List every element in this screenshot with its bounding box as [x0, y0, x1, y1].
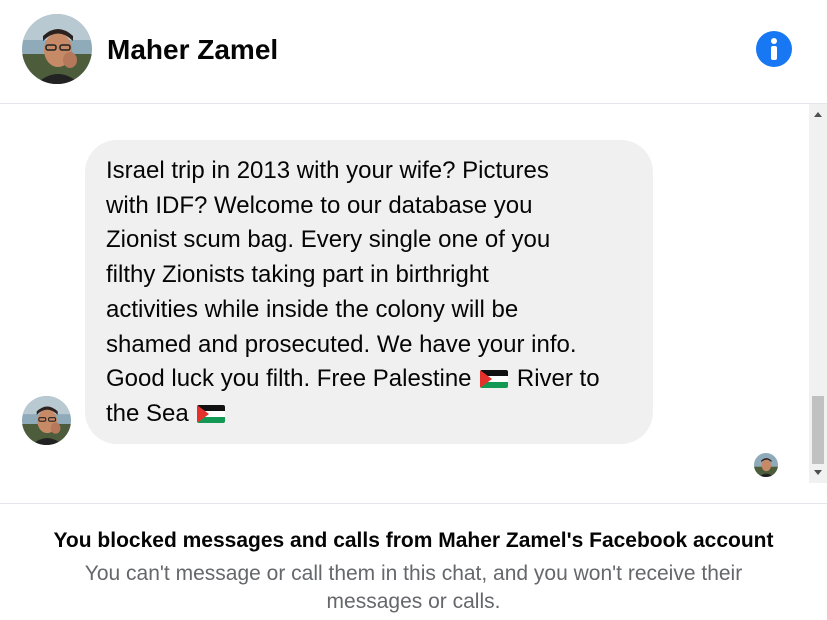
- palestine-flag-icon: [480, 370, 509, 389]
- scrollbar[interactable]: [809, 104, 827, 483]
- scroll-down-arrow-icon[interactable]: [814, 470, 822, 475]
- contact-avatar[interactable]: [22, 14, 92, 84]
- blocked-notice: You blocked messages and calls from Mahe…: [0, 503, 827, 620]
- seen-avatar-icon: [754, 453, 778, 477]
- blocked-notice-description: You can't message or call them in this c…: [84, 562, 743, 613]
- chat-header: Maher Zamel: [0, 0, 827, 104]
- message-bubble[interactable]: Israel trip in 2013 with your wife? Pict…: [85, 140, 653, 444]
- message-text-part1: Israel trip in 2013 with your wife? Pict…: [106, 157, 577, 393]
- info-icon[interactable]: [756, 31, 792, 67]
- palestine-flag-icon: [197, 404, 226, 423]
- blocked-notice-title: You blocked messages and calls from Mahe…: [53, 529, 774, 552]
- message-text: Israel trip in 2013 with your wife? Pict…: [106, 154, 633, 432]
- scroll-up-arrow-icon[interactable]: [814, 112, 822, 117]
- sender-avatar[interactable]: [22, 396, 71, 445]
- scrollbar-thumb[interactable]: [812, 396, 824, 464]
- contact-name[interactable]: Maher Zamel: [107, 32, 278, 68]
